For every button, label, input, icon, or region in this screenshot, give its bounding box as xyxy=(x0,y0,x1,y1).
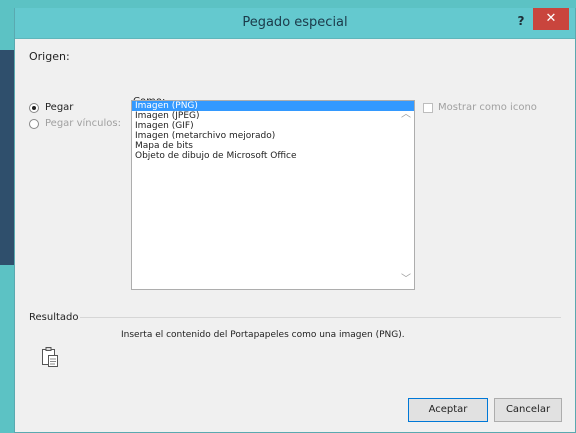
close-button[interactable]: ✕ xyxy=(533,8,569,30)
paste-links-label: Pegar vínculos: xyxy=(45,118,121,129)
paste-links-radio[interactable] xyxy=(29,118,39,129)
help-button[interactable]: ? xyxy=(511,11,531,31)
accept-button[interactable]: Aceptar xyxy=(408,398,488,422)
paste-special-dialog: Pegado especial ? ✕ Origen: Pegar Pegar … xyxy=(14,8,576,433)
show-as-icon-label: Mostrar como icono xyxy=(438,102,537,113)
title-bar: Pegado especial ? ✕ xyxy=(15,8,575,39)
dialog-title: Pegado especial xyxy=(242,15,348,30)
paste-label: Pegar xyxy=(45,102,74,113)
paste-radio[interactable] xyxy=(29,102,39,113)
list-item[interactable]: Imagen (metarchivo mejorado) xyxy=(132,131,414,141)
result-divider xyxy=(80,317,561,318)
list-item[interactable]: Mapa de bits xyxy=(132,141,414,151)
como-listbox[interactable]: Imagen (PNG) Imagen (JPEG) Imagen (GIF) … xyxy=(131,100,415,290)
cancel-button[interactable]: Cancelar xyxy=(494,398,562,422)
scroll-up-icon[interactable]: ︿ xyxy=(400,109,412,121)
scroll-down-icon[interactable]: ﹀ xyxy=(400,274,412,286)
paste-links-option[interactable]: Pegar vínculos: xyxy=(29,118,121,129)
clipboard-icon xyxy=(42,347,58,367)
result-label: Resultado xyxy=(29,312,79,323)
background-window-strip xyxy=(0,50,14,265)
origin-label: Origen: xyxy=(29,50,70,63)
list-item[interactable]: Imagen (GIF) xyxy=(132,121,414,131)
result-description: Inserta el contenido del Portapapeles co… xyxy=(121,330,405,340)
list-item[interactable]: Objeto de dibujo de Microsoft Office xyxy=(132,151,414,161)
paste-option[interactable]: Pegar xyxy=(29,102,73,113)
list-item[interactable]: Imagen (PNG) xyxy=(132,101,414,111)
show-as-icon-option[interactable]: Mostrar como icono xyxy=(423,102,537,113)
show-as-icon-checkbox[interactable] xyxy=(423,102,433,113)
list-item[interactable]: Imagen (JPEG) xyxy=(132,111,414,121)
